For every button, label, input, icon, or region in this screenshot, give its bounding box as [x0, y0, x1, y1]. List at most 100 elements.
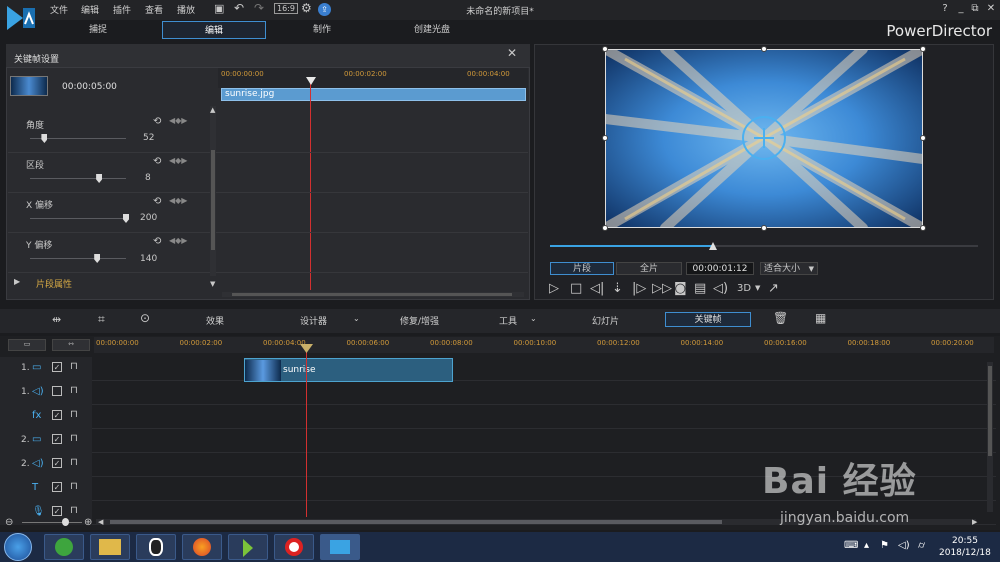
resize-handle[interactable]: [920, 135, 926, 141]
scroll-left-icon[interactable]: ◀: [98, 518, 103, 526]
tray-volume-icon[interactable]: ◁): [898, 540, 910, 551]
mark-in-icon[interactable]: ⇣: [612, 281, 623, 296]
tools-button[interactable]: 工具: [499, 314, 517, 327]
menu-plugins[interactable]: 插件: [113, 3, 131, 16]
aspect-ratio-icon[interactable]: 16:9: [274, 3, 298, 14]
tab-capture[interactable]: 捕捉: [46, 21, 150, 39]
help-button[interactable]: ?: [938, 3, 952, 17]
clip-list-icon[interactable]: ▦: [815, 311, 826, 325]
reset-icon[interactable]: ⟲: [153, 116, 161, 127]
tools-chevron-icon[interactable]: ⌄: [530, 314, 537, 323]
track-enable-checkbox[interactable]: ✓: [52, 458, 62, 468]
restore-button[interactable]: ⧉: [968, 3, 982, 17]
prev-keyframe-icon[interactable]: ◀◆▶: [169, 196, 187, 205]
track-row[interactable]: [0, 357, 996, 381]
track-row[interactable]: [0, 381, 996, 405]
resize-handle[interactable]: [602, 46, 608, 52]
play-icon[interactable]: ▷: [549, 281, 559, 296]
clip-attributes-section[interactable]: 片段属性: [36, 277, 72, 290]
scroll-up-icon[interactable]: ▲: [210, 106, 215, 114]
tab-edit[interactable]: 编辑: [162, 21, 266, 39]
redo-icon[interactable]: ↷: [254, 1, 264, 15]
param-value-angle[interactable]: 52: [143, 133, 154, 143]
keyframe-button[interactable]: 关键帧: [665, 312, 751, 327]
crop-icon[interactable]: ⌗: [98, 312, 105, 327]
track-lock-icon[interactable]: ⊓: [70, 409, 78, 420]
tray-expand-icon[interactable]: ▴: [864, 540, 869, 551]
tray-keyboard-icon[interactable]: ⌨: [844, 540, 858, 551]
timeline-scroll-thumb[interactable]: [110, 520, 722, 524]
timeline-clip[interactable]: sunrise: [244, 358, 453, 382]
repair-enhance-button[interactable]: 修复/增强: [400, 314, 439, 327]
timeline-playhead[interactable]: [306, 345, 307, 517]
preview-selection-frame[interactable]: [605, 49, 923, 228]
menu-edit[interactable]: 编辑: [81, 3, 99, 16]
tray-flag-icon[interactable]: ⚑: [880, 540, 889, 551]
track-lock-icon[interactable]: ⊓: [70, 385, 78, 396]
track-enable-checkbox[interactable]: ✓: [52, 362, 62, 372]
zoom-slider-thumb[interactable]: [62, 518, 69, 526]
snapshot-camera-icon[interactable]: ◙: [674, 281, 687, 296]
taskbar-recorder-icon[interactable]: [274, 534, 314, 560]
zoom-slider[interactable]: [22, 522, 82, 523]
close-panel-icon[interactable]: ✕: [507, 46, 517, 60]
slideshow-button[interactable]: 幻灯片: [592, 314, 619, 327]
resize-handle[interactable]: [761, 46, 767, 52]
volume-icon[interactable]: ◁): [713, 281, 728, 296]
menu-file[interactable]: 文件: [50, 3, 68, 16]
effects-button[interactable]: 效果: [206, 314, 224, 327]
track-enable-checkbox[interactable]: ✓: [52, 434, 62, 444]
taskbar-powerdirector-icon[interactable]: [320, 534, 360, 560]
undo-icon[interactable]: ↶: [234, 1, 244, 15]
taskbar-qq-icon[interactable]: [136, 534, 176, 560]
params-scrollbar-thumb[interactable]: [211, 150, 215, 250]
prev-keyframe-icon[interactable]: ◀◆▶: [169, 116, 187, 125]
undock-preview-icon[interactable]: ↗: [768, 281, 779, 296]
tab-create-disc[interactable]: 创建光盘: [380, 21, 484, 39]
track-row[interactable]: [0, 405, 996, 429]
clock-date[interactable]: 2018/12/18: [939, 548, 991, 558]
designer-button[interactable]: 设计器: [300, 314, 327, 327]
stop-icon[interactable]: □: [570, 281, 582, 296]
param-value-segment[interactable]: 8: [145, 173, 151, 183]
scroll-down-icon[interactable]: ▼: [210, 280, 215, 288]
track-enable-checkbox[interactable]: [52, 386, 62, 396]
kf-horizontal-scroll-thumb[interactable]: [232, 293, 512, 296]
segment-slider[interactable]: [30, 178, 126, 179]
settings-gear-icon[interactable]: ⚙: [301, 1, 312, 15]
taskbar-firefox-icon[interactable]: [182, 534, 222, 560]
reset-icon[interactable]: ⟲: [153, 156, 161, 167]
track-lock-icon[interactable]: ⊓: [70, 481, 78, 492]
resize-handle[interactable]: [920, 225, 926, 231]
zoom-in-icon[interactable]: ⊕: [84, 517, 92, 528]
param-value-y-offset[interactable]: 140: [140, 254, 157, 264]
start-button-icon[interactable]: [4, 533, 32, 561]
prev-keyframe-icon[interactable]: ◀◆▶: [169, 156, 187, 165]
resize-handle[interactable]: [602, 135, 608, 141]
tab-produce[interactable]: 制作: [270, 21, 374, 39]
reset-icon[interactable]: ⟲: [153, 236, 161, 247]
keyframe-playhead-handle-icon[interactable]: [306, 77, 316, 85]
x-offset-slider[interactable]: [30, 218, 126, 219]
3d-mode-button[interactable]: 3D: [737, 283, 751, 294]
track-row[interactable]: [0, 429, 996, 453]
menu-view[interactable]: 查看: [145, 3, 163, 16]
keyframe-playhead[interactable]: [310, 78, 311, 290]
track-enable-checkbox[interactable]: ✓: [52, 410, 62, 420]
resize-handle[interactable]: [602, 225, 608, 231]
timeline-vscroll-thumb[interactable]: [988, 366, 992, 456]
clip-mode-button[interactable]: 片段: [550, 262, 614, 275]
prev-keyframe-icon[interactable]: ◀◆▶: [169, 236, 187, 245]
3d-dropdown-chevron-icon[interactable]: ▼: [755, 284, 760, 292]
timecode-display[interactable]: 00:00:01:12: [686, 262, 754, 275]
fit-timeline-icon[interactable]: ⇹: [52, 313, 61, 326]
previous-frame-icon[interactable]: ◁|: [590, 281, 604, 296]
resize-handle[interactable]: [920, 46, 926, 52]
minimize-button[interactable]: _: [954, 3, 968, 17]
subtitles-icon[interactable]: ▤: [694, 281, 706, 296]
delete-trash-icon[interactable]: 🗑: [773, 311, 788, 325]
next-frame-icon[interactable]: |▷: [632, 281, 646, 296]
param-value-x-offset[interactable]: 200: [140, 213, 157, 223]
zoom-out-icon[interactable]: ⊖: [5, 517, 13, 528]
track-enable-checkbox[interactable]: ✓: [52, 506, 62, 516]
